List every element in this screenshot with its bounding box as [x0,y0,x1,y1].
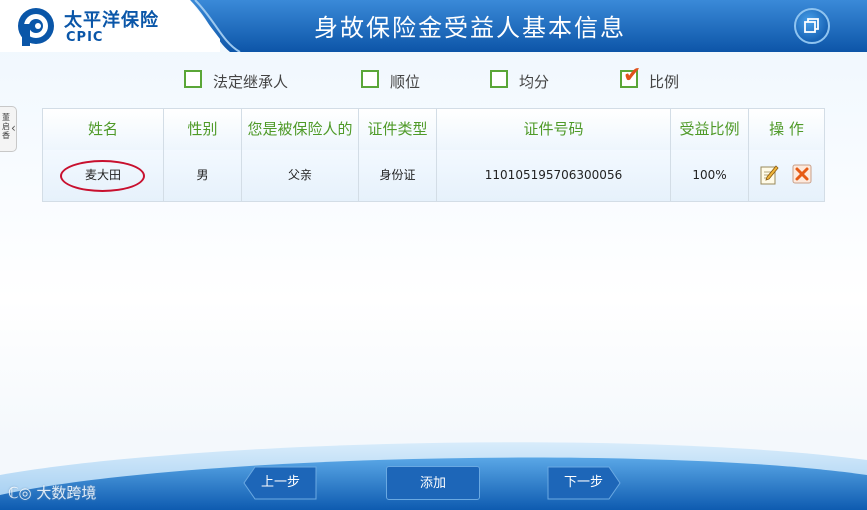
column-header-actions: 操 作 [769,120,804,138]
option-label: 顺位 [390,73,421,91]
page-title: 身故保险金受益人基本信息 [314,14,626,42]
checkbox-equal-share[interactable] [490,70,508,88]
column-header-id-number: 证件号码 [437,109,671,150]
brand-name-cn: 太平洋保险 [64,10,159,31]
delete-icon[interactable] [792,164,812,184]
option-label: 比例 [649,73,680,91]
column-header-name: 姓名 [43,109,164,150]
checkbox-legal-heir[interactable] [184,70,202,88]
side-drawer-tab[interactable]: 董启香 ‹ [0,106,17,152]
table-row[interactable]: 麦大田 男 父亲 身份证 110105195706300056 100% [43,150,824,201]
watermark-logo-icon: ℂ◎ [8,484,37,502]
watermark-text: 大数跨境 [36,484,97,502]
app-window: 太平洋保险 CPIC 身故保险金受益人基本信息 董启香 ‹ 法定继承人 顺位 均… [0,0,867,510]
cell-name: 麦大田 [43,150,164,201]
column-header-relation: 您是被保险人的 [242,109,359,150]
restore-window-button[interactable] [794,8,830,44]
prev-step-button[interactable]: 上一步 [243,466,318,500]
checkbox-ratio[interactable]: ✔ [620,63,641,88]
column-header-ratio: 受益比例 [671,109,749,150]
checkbox-order[interactable] [361,70,379,88]
checkmark-icon: ✔ [623,63,642,88]
next-step-label: 下一步 [563,475,603,490]
cell-ratio: 100% [671,150,749,201]
column-header-id-type: 证件类型 [359,109,437,150]
cell-actions [749,150,824,201]
edit-icon[interactable] [759,164,779,186]
prev-step-label: 上一步 [260,475,300,490]
option-label: 均分 [519,73,550,91]
header-bar: 太平洋保险 CPIC 身故保险金受益人基本信息 [0,0,867,52]
watermark: ℂ◎ 大数跨境 [8,482,96,503]
cell-relation: 父亲 [242,150,359,201]
restore-window-icon [804,18,819,33]
highlight-circle [60,160,145,192]
chevron-left-icon: ‹ [11,121,16,135]
next-step-button[interactable]: 下一步 [546,466,621,500]
add-button[interactable]: 添加 [386,466,480,500]
add-label: 添加 [419,476,446,491]
cpic-logo-icon [18,8,54,46]
brand-name-en: CPIC [66,30,104,45]
side-tab-label: 董启香 [2,113,10,140]
cell-gender: 男 [164,150,242,201]
column-header-gender: 性别 [164,109,242,150]
cell-id-type: 身份证 [359,150,437,201]
option-label: 法定继承人 [213,73,289,91]
table-header: 姓名 性别 您是被保险人的 证件类型 证件号码 受益比例 操 作 [43,109,824,151]
beneficiary-table: 姓名 性别 您是被保险人的 证件类型 证件号码 受益比例 操 作 麦大田 男 父… [42,108,825,202]
cell-id-number: 110105195706300056 [437,150,671,201]
